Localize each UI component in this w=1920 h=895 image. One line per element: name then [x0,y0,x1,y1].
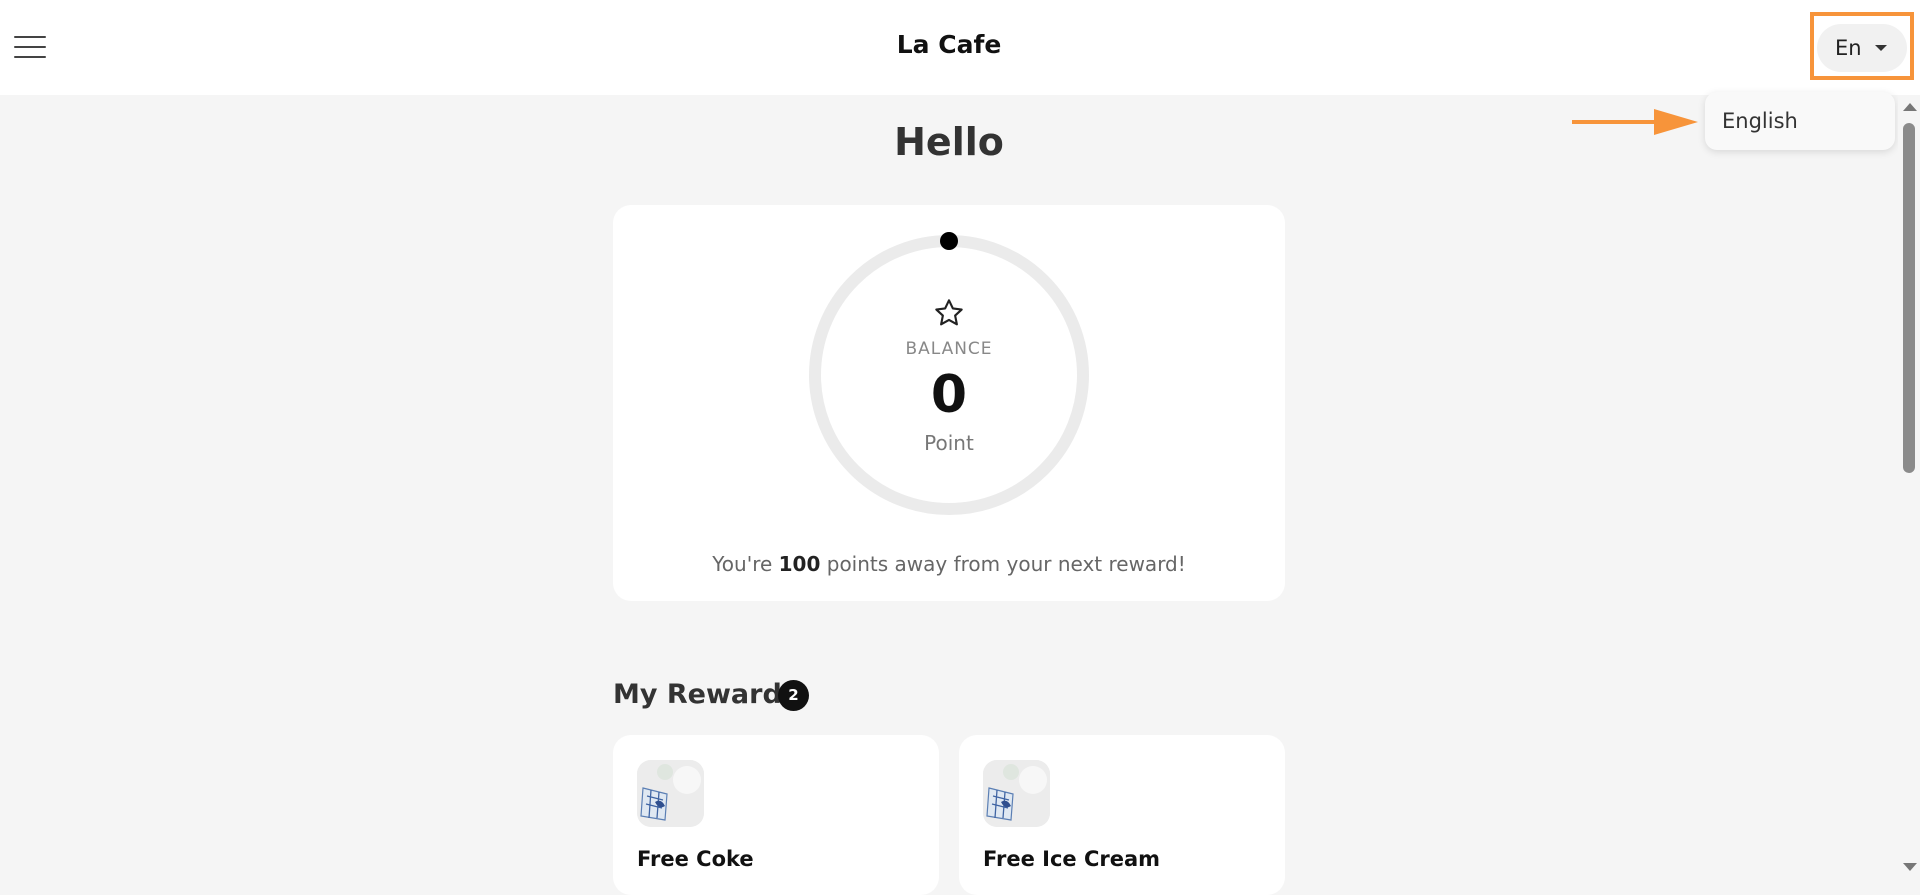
scroll-up-icon[interactable] [1903,103,1917,111]
reward-msg-suffix: points away from your next reward! [820,552,1186,576]
progress-indicator-dot [940,232,958,250]
rewards-count-badge: 2 [778,680,809,711]
scroll-down-icon[interactable] [1903,863,1917,871]
balance-card: BALANCE 0 Point You're 100 points away f… [613,205,1285,601]
balance-unit: Point [924,431,974,455]
language-selector-button[interactable]: En [1817,24,1907,72]
reward-msg-prefix: You're [712,552,779,576]
greeting-heading: Hello [894,120,1004,164]
scrollbar-thumb[interactable] [1903,123,1915,473]
balance-label: BALANCE [905,339,993,359]
caret-down-icon [1875,45,1887,51]
reward-card[interactable]: Free Coke [613,735,939,895]
vertical-scrollbar[interactable] [1898,95,1920,877]
app-header: La Cafe [0,0,1920,95]
reward-image [983,760,1050,827]
next-reward-message: You're 100 points away from your next re… [613,552,1285,576]
points-away-value: 100 [778,552,821,576]
app-title: La Cafe [896,30,1002,59]
rewards-section-title: My Rewards [613,679,798,710]
reward-name: Free Ice Cream [983,847,1161,871]
reward-card[interactable]: Free Ice Cream [959,735,1285,895]
language-selected-label: En [1835,36,1862,60]
reward-name: Free Coke [637,847,754,871]
star-icon [935,299,963,326]
balance-value: 0 [930,365,968,425]
reward-image [637,760,704,827]
